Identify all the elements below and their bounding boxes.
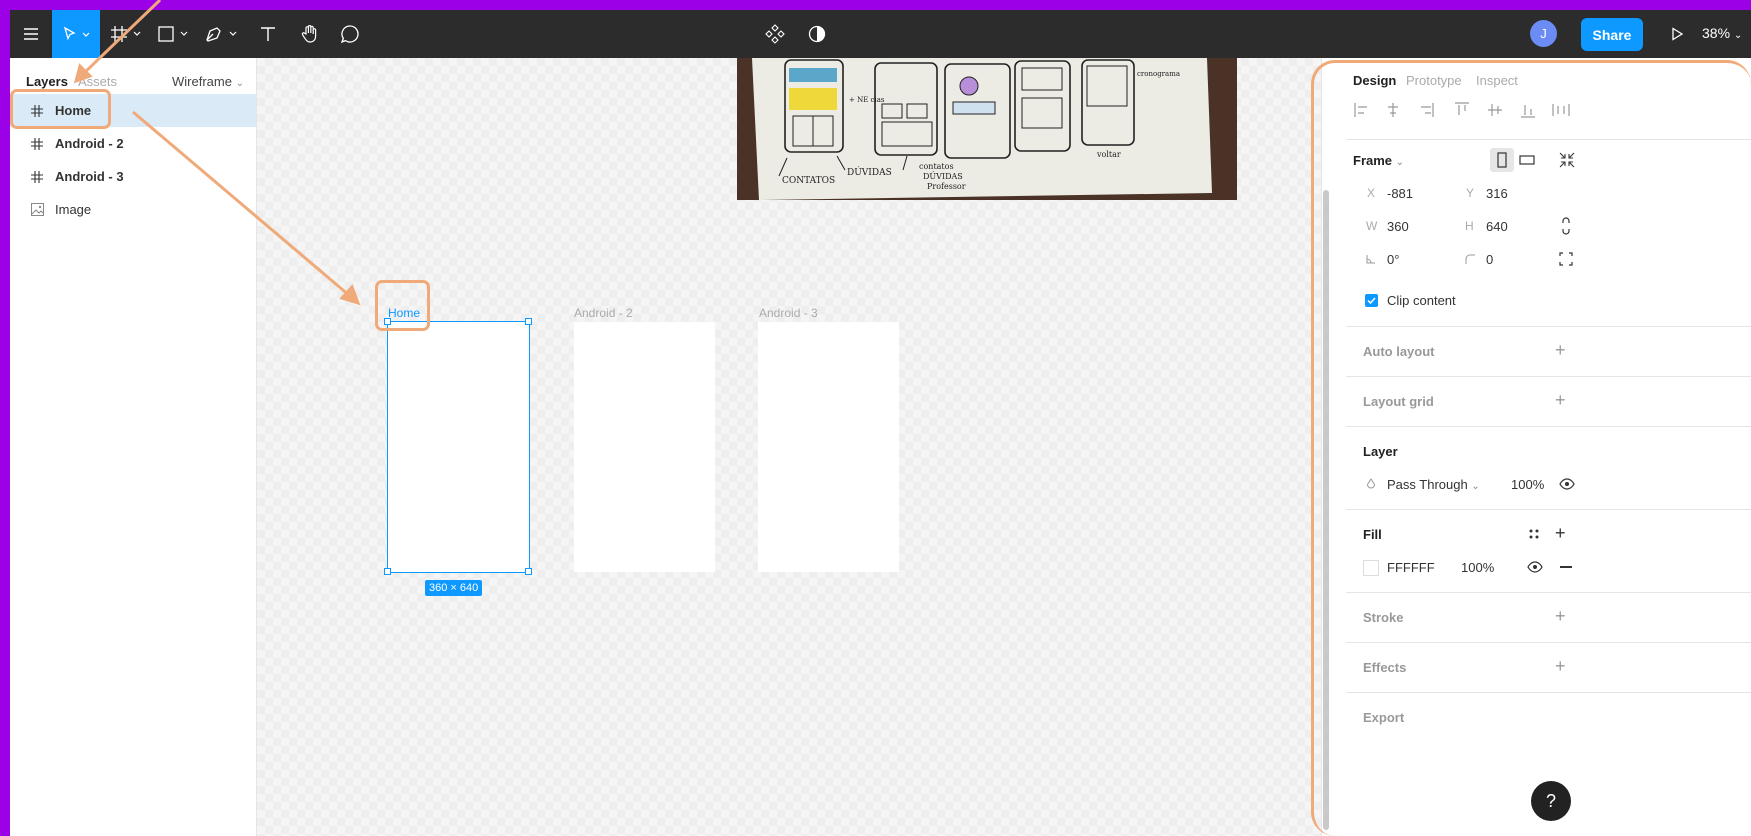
half-circle-icon bbox=[808, 25, 826, 43]
pen-icon bbox=[206, 27, 237, 42]
annotation-highlight-frame-label bbox=[375, 280, 430, 331]
dimensions-badge: 360 × 640 bbox=[425, 580, 483, 596]
frame-label-android-3[interactable]: Android - 3 bbox=[759, 306, 818, 320]
resize-handle[interactable] bbox=[525, 568, 532, 575]
frame-hash-icon bbox=[28, 137, 46, 150]
contrast-toggle-button[interactable] bbox=[802, 10, 832, 58]
frame-android-3[interactable] bbox=[758, 322, 899, 572]
hand-icon bbox=[301, 25, 317, 43]
shape-tool-button[interactable] bbox=[150, 10, 198, 58]
chevron-down-icon: ⌄ bbox=[235, 78, 244, 89]
hamburger-icon bbox=[24, 28, 38, 40]
annotation-highlight-design-panel bbox=[1311, 60, 1751, 836]
sketch-text: cronograma bbox=[1137, 70, 1181, 78]
present-button[interactable] bbox=[1663, 10, 1691, 58]
tab-assets[interactable]: Assets bbox=[78, 74, 117, 89]
text-icon bbox=[261, 27, 275, 41]
sketch-text: DÚVIDAS bbox=[847, 168, 892, 178]
sketch-text: + NE cias bbox=[849, 96, 885, 104]
move-tool-button[interactable] bbox=[52, 10, 100, 58]
resize-handle[interactable] bbox=[525, 318, 532, 325]
resize-handle[interactable] bbox=[384, 568, 391, 575]
page-selector[interactable]: Wireframe ⌄ bbox=[172, 74, 244, 89]
design-canvas[interactable]: CONTATOS DÚVIDAS contatos DÚVIDAS Profes… bbox=[257, 58, 1321, 836]
cursor-icon bbox=[63, 26, 90, 41]
frame-home[interactable] bbox=[387, 321, 530, 573]
hand-tool-button[interactable] bbox=[292, 10, 328, 58]
zoom-value: 38% bbox=[1702, 25, 1731, 41]
comment-icon bbox=[340, 25, 359, 44]
layer-label: Android - 2 bbox=[55, 136, 124, 151]
sketch-text: Professor bbox=[927, 182, 966, 191]
layer-item-android-3[interactable]: Android - 3 bbox=[10, 160, 256, 193]
frame-hash-icon bbox=[28, 170, 46, 183]
frame-label-android-2[interactable]: Android - 2 bbox=[574, 306, 633, 320]
sketch-text: DÚVIDAS bbox=[923, 172, 963, 181]
tab-layers[interactable]: Layers bbox=[26, 74, 68, 89]
play-icon bbox=[1672, 27, 1684, 41]
frame-android-2[interactable] bbox=[574, 322, 715, 572]
zoom-level[interactable]: 38% ⌄ bbox=[1702, 25, 1742, 41]
page-name: Wireframe bbox=[172, 74, 232, 89]
rectangle-icon bbox=[158, 26, 188, 42]
components-button[interactable] bbox=[760, 10, 790, 58]
sketch-text: voltar bbox=[1097, 150, 1121, 159]
frame-tool-button[interactable] bbox=[102, 10, 150, 58]
annotation-highlight-layer bbox=[10, 89, 111, 129]
sketch-text: CONTATOS bbox=[782, 176, 836, 186]
sketch-photo[interactable]: CONTATOS DÚVIDAS contatos DÚVIDAS Profes… bbox=[737, 58, 1237, 200]
frame-hash-icon bbox=[111, 26, 141, 42]
component-icon bbox=[765, 24, 785, 44]
layer-label: Image bbox=[55, 202, 92, 217]
text-tool-button[interactable] bbox=[250, 10, 286, 58]
sketch-text: contatos bbox=[919, 162, 954, 171]
image-icon bbox=[28, 203, 46, 216]
comment-tool-button[interactable] bbox=[332, 10, 368, 58]
layer-label: Android - 3 bbox=[55, 169, 124, 184]
top-toolbar: J Share 38% ⌄ bbox=[10, 10, 1751, 58]
pen-tool-button[interactable] bbox=[198, 10, 246, 58]
share-button[interactable]: Share bbox=[1581, 18, 1643, 51]
chevron-down-icon: ⌄ bbox=[1733, 30, 1743, 41]
layers-panel: Layers Assets Wireframe ⌄ Home Android -… bbox=[10, 58, 257, 836]
main-menu-button[interactable] bbox=[10, 10, 52, 58]
layer-item-android-2[interactable]: Android - 2 bbox=[10, 127, 256, 160]
layer-item-image[interactable]: Image bbox=[10, 193, 256, 226]
user-avatar[interactable]: J bbox=[1530, 20, 1557, 47]
